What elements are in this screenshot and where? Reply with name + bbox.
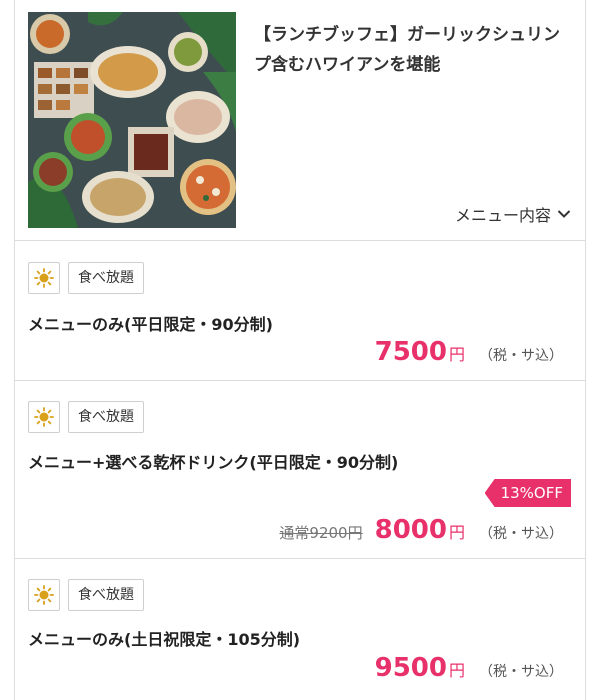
tax-note: （税・サ込） (479, 526, 563, 542)
menu-contents-toggle[interactable]: メニュー内容 (455, 202, 571, 226)
discount-badge: 13%OFF (484, 479, 571, 507)
all-you-can-eat-badge: 食べ放題 (68, 401, 144, 433)
regular-price: 通常9200円 (279, 524, 363, 542)
currency: 円 (448, 345, 465, 364)
course-header: 【ランチブッフェ】ガーリックシュリンプ含むハワイアンを堪能 メニュー内容 (15, 0, 585, 241)
buffet-photo (28, 12, 236, 228)
tax-note: （税・サ込） (479, 664, 563, 680)
sun-icon (34, 268, 54, 288)
plan-name: メニューのみ(土日祝限定・105分制) (28, 630, 301, 649)
chevron-down-icon (557, 210, 571, 218)
buffet-photo-art (28, 12, 236, 228)
sun-icon-box (28, 262, 60, 294)
sun-icon (34, 585, 54, 605)
all-you-can-eat-badge: 食べ放題 (68, 262, 144, 294)
price-value: 9500 (374, 653, 447, 683)
currency: 円 (448, 523, 465, 542)
currency: 円 (448, 661, 465, 680)
plan-name: メニューのみ(平日限定・90分制) (28, 315, 273, 334)
plan-item[interactable]: 食べ放題 メニュー+選べる乾杯ドリンク(平日限定・90分制) 13%OFF 通常… (15, 381, 585, 559)
tax-note: （税・サ込） (479, 348, 563, 364)
price-row: 7500 円 （税・サ込） (375, 337, 563, 367)
course-title: 【ランチブッフェ】ガーリックシュリンプ含むハワイアンを堪能 (254, 25, 560, 75)
plan-item[interactable]: 食べ放題 メニューのみ(土日祝限定・105分制) 9500 円 （税・サ込） (15, 559, 585, 700)
plan-card: 【ランチブッフェ】ガーリックシュリンプ含むハワイアンを堪能 メニュー内容 食べ放… (14, 0, 586, 700)
menu-contents-label: メニュー内容 (454, 206, 551, 225)
plan-name: メニュー+選べる乾杯ドリンク(平日限定・90分制) (28, 453, 399, 472)
all-you-can-eat-badge: 食べ放題 (68, 579, 144, 611)
sun-icon (34, 407, 54, 427)
sun-icon-box (28, 401, 60, 433)
price-row: 通常9200円 8000 円 （税・サ込） (279, 515, 563, 545)
price-value: 7500 (374, 337, 447, 367)
sun-icon-box (28, 579, 60, 611)
price-value: 8000 (374, 515, 447, 545)
plan-item[interactable]: 食べ放題 メニューのみ(平日限定・90分制) 7500 円 （税・サ込） (15, 241, 585, 381)
price-row: 9500 円 （税・サ込） (375, 653, 563, 683)
